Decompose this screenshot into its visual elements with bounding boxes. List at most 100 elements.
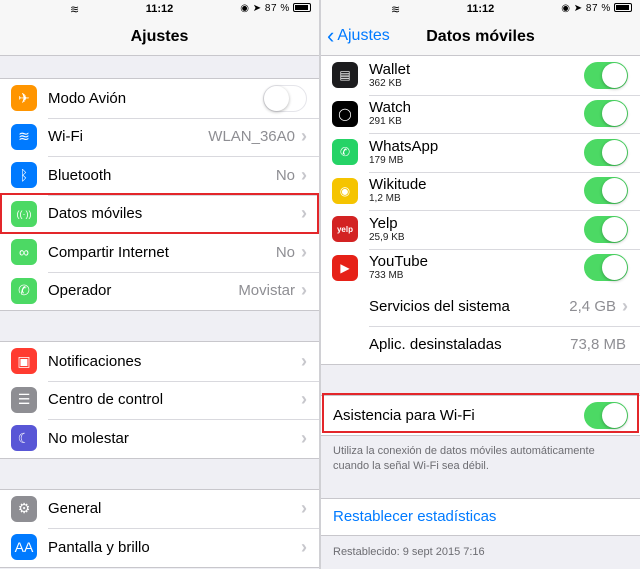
yelp-icon: yelp	[332, 216, 358, 243]
app-row-watch: ◯ Watch 291 KB	[321, 94, 640, 133]
app-name: Yelp	[369, 214, 398, 232]
toggle-knob	[602, 139, 627, 165]
app-usage-list: ▤ Wallet 362 KB ◯ Watch 291 KB ✆ WhatsApp 179 MB…	[321, 56, 640, 365]
cellular-antenna-icon: ((·))	[11, 200, 37, 227]
chevron-right-icon: ›	[301, 427, 307, 448]
control-center-icon: ☰	[11, 386, 37, 413]
system-services-row[interactable]: Servicios del sistema 2,4 GB ›	[321, 287, 640, 326]
settings-row-modo-avion[interactable]: ✈ Modo Avión	[0, 79, 319, 118]
wallet-cellular-toggle[interactable]	[584, 61, 628, 89]
app-row-youtube: ▶ YouTube 733 MB	[321, 248, 640, 287]
app-info: Yelp 25,9 KB	[369, 215, 584, 244]
modo-avion-toggle[interactable]	[263, 84, 307, 112]
hotspot-link-icon: ∞	[11, 239, 37, 266]
app-row-yelp: yelp Yelp 25,9 KB	[321, 210, 640, 249]
chevron-right-icon: ›	[301, 241, 307, 262]
watch-icon: ◯	[332, 100, 358, 127]
settings-label-bluetooth: Bluetooth	[48, 166, 112, 184]
wifi-assist-row: Asistencia para Wi-Fi	[321, 396, 640, 435]
settings-row-general[interactable]: ⚙ General ›	[0, 489, 319, 528]
app-name: Watch	[369, 99, 411, 117]
toggle-knob	[602, 178, 627, 204]
settings-row-notificaciones[interactable]: ▣ Notificaciones ›	[0, 342, 319, 381]
status-right: ◉ ➤ 87 %	[561, 3, 632, 14]
airplane-icon: ✈	[11, 85, 37, 112]
notifications-icon: ▣	[11, 348, 37, 375]
settings-row-datos-moviles[interactable]: ((·)) Datos móviles ›	[0, 194, 319, 233]
wifi-assist-note: Utiliza la conexión de datos móviles aut…	[333, 444, 595, 472]
settings-label-modo-avion: Modo Avión	[48, 89, 127, 107]
nav-bar: Ajustes	[0, 18, 319, 56]
app-name: YouTube	[369, 253, 428, 271]
app-data-usage: 733 MB	[369, 270, 404, 282]
settings-group-connectivity: ✈ Modo Avión ≋ Wi-Fi WLAN_36A0 › ᛒ Bluetooth No ›…	[0, 78, 319, 311]
yelp-cellular-toggle[interactable]	[584, 215, 628, 243]
display-brightness-icon: AA	[11, 534, 37, 561]
system-services-label: Servicios del sistema	[369, 297, 510, 315]
battery-icon	[293, 3, 311, 12]
app-info: WhatsApp 179 MB	[369, 138, 584, 167]
bluetooth-icon: ᛒ	[11, 162, 37, 189]
gear-icon: ⚙	[11, 495, 37, 522]
uninstalled-apps-row: Aplic. desinstaladas 73,8 MB	[321, 325, 640, 364]
settings-label-notificaciones: Notificaciones	[48, 352, 142, 370]
settings-label-no-molestar: No molestar	[48, 429, 129, 447]
phone-icon: ✆	[11, 277, 37, 304]
settings-row-no-molestar[interactable]: ☾ No molestar ›	[0, 419, 319, 458]
app-name: Wikitude	[369, 176, 427, 194]
uninstalled-apps-value: 73,8 MB	[570, 336, 626, 354]
toggle-knob	[602, 402, 627, 428]
settings-label-pantalla-y-brillo: Pantalla y brillo	[48, 538, 150, 556]
settings-row-operador[interactable]: ✆ Operador Movistar ›	[0, 271, 319, 310]
app-row-wikitude: ◉ Wikitude 1,2 MB	[321, 171, 640, 210]
status-bar: ≋ 11:12 ◉ ➤ 87 %	[321, 0, 640, 18]
battery-percent: 87 %	[264, 3, 290, 14]
reset-statistics-button[interactable]: Restablecer estadísticas	[321, 497, 640, 536]
chevron-right-icon: ›	[622, 295, 628, 316]
settings-row-pantalla-y-brillo[interactable]: AA Pantalla y brillo ›	[0, 528, 319, 567]
uninstalled-apps-label: Aplic. desinstaladas	[369, 336, 502, 354]
settings-row-bluetooth[interactable]: ᛒ Bluetooth No ›	[0, 156, 319, 195]
lock-rotation-icon: ◉	[561, 3, 571, 14]
settings-row-compartir-internet[interactable]: ∞ Compartir Internet No ›	[0, 233, 319, 272]
chevron-right-icon: ›	[301, 350, 307, 371]
chevron-right-icon: ›	[301, 203, 307, 224]
whatsapp-icon: ✆	[332, 139, 358, 166]
wifi-assist-toggle[interactable]	[584, 401, 628, 429]
toggle-knob	[264, 85, 289, 111]
toggle-knob	[602, 62, 627, 88]
wikitude-cellular-toggle[interactable]	[584, 177, 628, 205]
settings-row-wifi[interactable]: ≋ Wi-Fi WLAN_36A0 ›	[0, 117, 319, 156]
watch-cellular-toggle[interactable]	[584, 100, 628, 128]
settings-group-general: ⚙ General › AA Pantalla y brillo ›	[0, 488, 319, 568]
app-info: Watch 291 KB	[369, 99, 584, 128]
app-data-usage: 179 MB	[369, 154, 404, 166]
battery-percent: 87 %	[585, 3, 611, 14]
app-info: Wikitude 1,2 MB	[369, 176, 584, 205]
youtube-cellular-toggle[interactable]	[584, 254, 628, 282]
settings-label-wifi: Wi-Fi	[48, 128, 83, 146]
wikitude-icon: ◉	[332, 177, 358, 204]
page-title: Datos móviles	[426, 28, 535, 45]
location-icon: ➤	[573, 3, 583, 14]
settings-label-operador: Operador	[48, 282, 112, 300]
status-bar: ≋ 11:12 ◉ ➤ 87 %	[0, 0, 319, 18]
settings-label-general: General	[48, 500, 102, 518]
settings-label-datos-moviles: Datos móviles	[48, 205, 143, 223]
lock-rotation-icon: ◉	[240, 3, 250, 14]
location-icon: ➤	[252, 3, 262, 14]
app-name: Wallet	[369, 60, 411, 78]
whatsapp-cellular-toggle[interactable]	[584, 138, 628, 166]
toggle-knob	[602, 255, 627, 281]
app-data-usage: 362 KB	[369, 77, 402, 89]
chevron-right-icon: ›	[301, 280, 307, 301]
toggle-knob	[602, 101, 627, 127]
toggle-knob	[602, 216, 627, 242]
chevron-right-icon: ›	[301, 164, 307, 185]
system-services-value: 2,4 GB	[569, 297, 616, 315]
chevron-right-icon: ›	[301, 389, 307, 410]
reset-date-note: Restablecido: 9 sept 2015 7:16	[333, 545, 485, 558]
chevron-right-icon: ›	[301, 126, 307, 147]
settings-row-centro-de-control[interactable]: ☰ Centro de control ›	[0, 380, 319, 419]
settings-value-compartir-internet: No	[275, 243, 295, 261]
